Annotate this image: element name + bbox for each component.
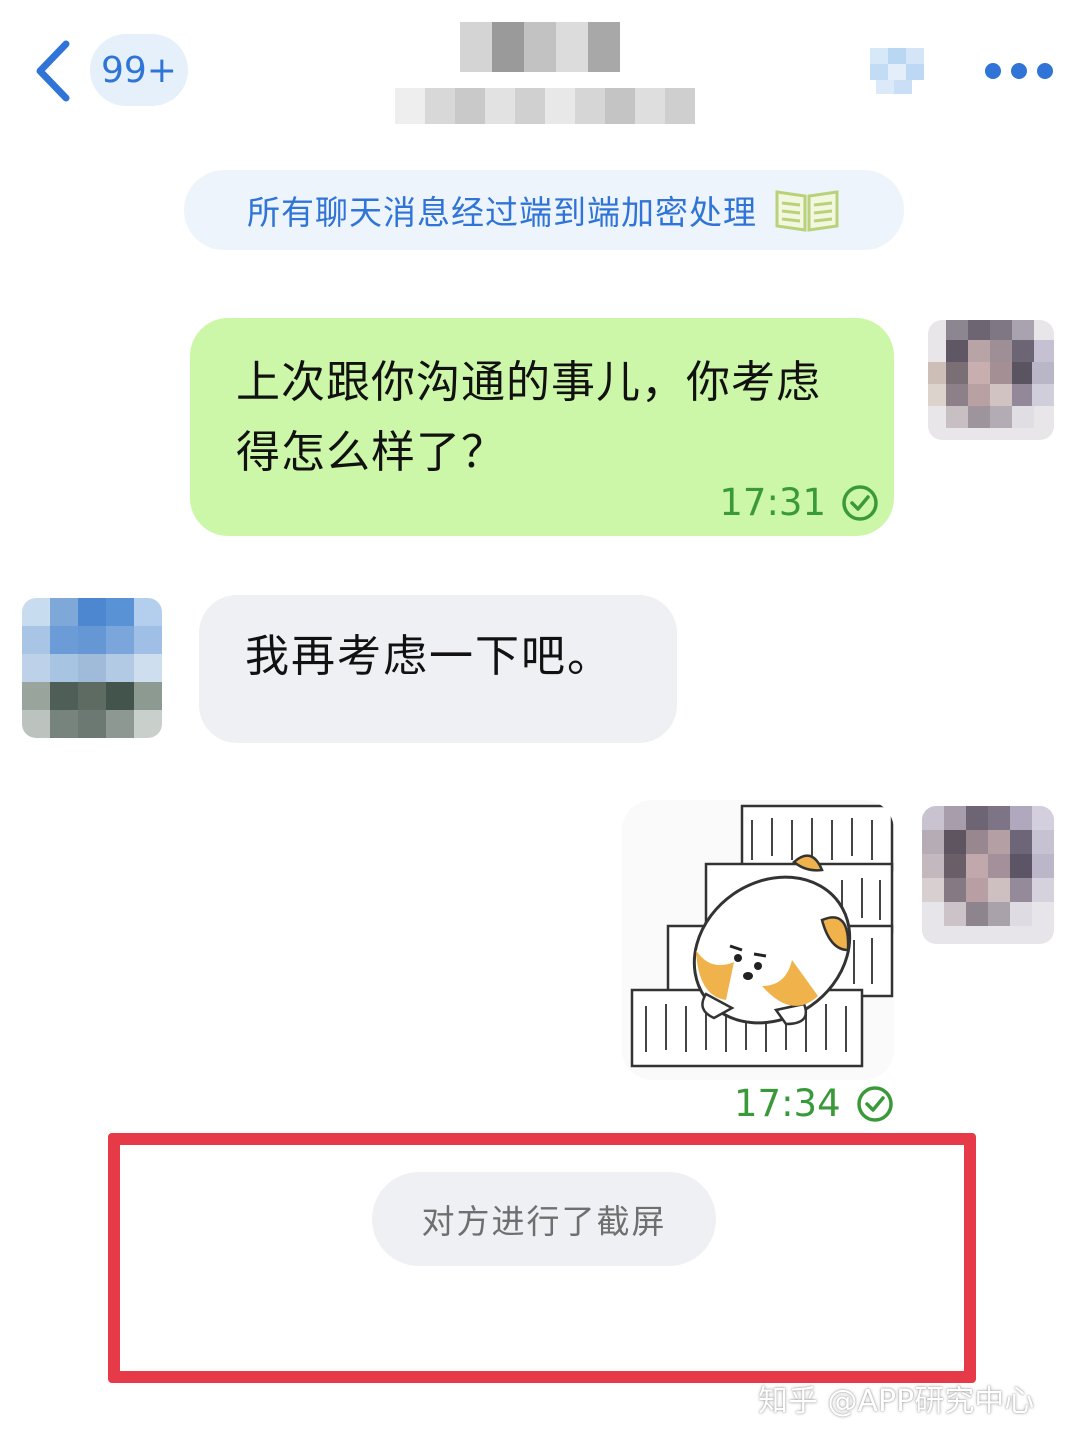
message-bubble-incoming[interactable]: 我再考虑一下吧。 [199,595,677,743]
my-avatar[interactable] [922,806,1054,944]
watermark: 知乎 @APP研究中心 [758,1384,1035,1419]
message-meta: 17:34 [734,1082,895,1125]
message-bubble-outgoing[interactable]: 上次跟你沟通的事儿，你考虑得怎么样了？ 17:31 [190,318,894,536]
message-text: 我再考虑一下吧。 [245,631,613,682]
contact-avatar[interactable] [22,598,162,738]
encryption-notice[interactable]: 所有聊天消息经过端到端加密处理 [184,170,904,250]
message-meta: 17:31 [719,481,880,524]
screenshot-notice-text: 对方进行了截屏 [421,1202,667,1241]
more-dots-icon[interactable] [982,60,1056,82]
chevron-left-icon[interactable] [30,38,74,104]
unread-count-badge[interactable]: 99+ [90,34,188,106]
check-circle-icon [840,483,880,523]
encryption-notice-text: 所有聊天消息经过端到端加密处理 [247,193,757,232]
message-time: 17:34 [734,1082,841,1125]
contact-name-pixelated[interactable] [355,14,715,142]
screenshot-system-notice: 对方进行了截屏 [372,1172,716,1266]
my-avatar[interactable] [928,320,1054,440]
message-time: 17:31 [719,481,826,524]
check-circle-icon [855,1084,895,1124]
shiba-falling-stairs-sticker [630,804,894,1068]
phone-icon[interactable] [866,44,928,100]
sticker-message[interactable] [622,800,894,1080]
book-icon [773,186,841,234]
message-text: 上次跟你沟通的事儿，你考虑得怎么样了？ [236,357,821,478]
